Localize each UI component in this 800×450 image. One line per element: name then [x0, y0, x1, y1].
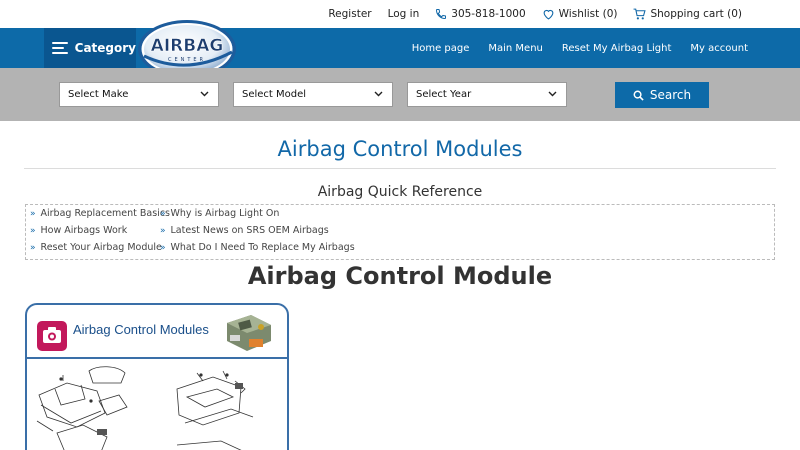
- top-links: Register Log in 305-818-1000 Wishlist (0…: [328, 0, 742, 28]
- select-make-label: Select Make: [68, 89, 129, 100]
- double-chevron-icon: »: [160, 242, 166, 253]
- chevron-down-icon: [374, 91, 383, 97]
- section-heading: Airbag Control Module: [247, 262, 553, 290]
- wishlist-link[interactable]: Wishlist (0): [542, 8, 618, 20]
- phone-icon: [436, 9, 447, 20]
- phone-number: 305-818-1000: [451, 8, 526, 20]
- quick-ref-link[interactable]: » Airbag Replacement Basics: [30, 208, 170, 219]
- quick-ref-label: Why is Airbag Light On: [170, 208, 280, 219]
- page-title: Airbag Control Modules: [277, 137, 523, 161]
- select-year[interactable]: Select Year: [407, 82, 567, 107]
- diagram-header: Airbag Control Modules: [27, 305, 287, 359]
- quick-ref-link[interactable]: » Why is Airbag Light On: [160, 208, 279, 219]
- category-button[interactable]: Category: [44, 28, 136, 68]
- module-photo: [227, 315, 271, 351]
- nav-home[interactable]: Home page: [412, 43, 470, 54]
- search-button[interactable]: Search: [615, 82, 709, 108]
- quick-ref-link[interactable]: » Reset Your Airbag Module: [30, 242, 162, 253]
- phone-link[interactable]: 305-818-1000: [435, 8, 526, 20]
- search-button-label: Search: [649, 88, 692, 102]
- nav-main-menu[interactable]: Main Menu: [488, 43, 543, 54]
- chevron-down-icon: [548, 91, 557, 97]
- quick-ref-label: Reset Your Airbag Module: [40, 242, 162, 253]
- quick-reference-box: » Airbag Replacement Basics » Why is Airba…: [25, 204, 775, 260]
- quick-ref-link[interactable]: » Latest News on SRS OEM Airbags: [160, 225, 329, 236]
- wishlist-label: Wishlist (0): [558, 8, 618, 20]
- select-year-label: Select Year: [416, 89, 472, 100]
- search-icon: [633, 90, 644, 101]
- register-link[interactable]: Register: [328, 8, 371, 20]
- quick-ref-link[interactable]: » How Airbags Work: [30, 225, 127, 236]
- nav-my-account[interactable]: My account: [690, 43, 748, 54]
- top-bar: Register Log in 305-818-1000 Wishlist (0…: [0, 0, 800, 28]
- divider: [24, 168, 776, 169]
- double-chevron-icon: »: [30, 242, 36, 253]
- nav-links: Home page Main Menu Reset My Airbag Ligh…: [393, 28, 748, 68]
- chevron-down-icon: [200, 91, 209, 97]
- quick-ref-label: Latest News on SRS OEM Airbags: [170, 225, 329, 236]
- vehicle-search-bar: Select Make Select Model Select Year Sea…: [0, 68, 800, 121]
- diagram-title: Airbag Control Modules: [73, 322, 209, 337]
- cart-link[interactable]: Shopping cart (0): [633, 8, 742, 20]
- logo-subtext: CENTER: [168, 57, 206, 63]
- quick-reference-title: Airbag Quick Reference: [317, 184, 483, 200]
- cart-label: Shopping cart (0): [650, 8, 742, 20]
- cart-icon: [634, 8, 647, 20]
- double-chevron-icon: »: [30, 225, 36, 236]
- nav-reset-airbag-light[interactable]: Reset My Airbag Light: [562, 43, 672, 54]
- line-drawing-diagram: [36, 366, 254, 450]
- quick-ref-label: How Airbags Work: [40, 225, 128, 236]
- login-link[interactable]: Log in: [388, 8, 420, 20]
- quick-ref-label: Airbag Replacement Basics: [40, 208, 171, 219]
- hamburger-icon: [52, 42, 68, 54]
- logo-text: AIRBAG: [151, 36, 224, 56]
- airbag-module-diagram[interactable]: Airbag Control Modules: [25, 303, 289, 450]
- category-label: Category: [74, 41, 136, 55]
- main-nav: Category Home page Main Menu Reset My Ai…: [0, 28, 800, 68]
- select-model[interactable]: Select Model: [233, 82, 393, 107]
- select-model-label: Select Model: [242, 89, 307, 100]
- select-make[interactable]: Select Make: [59, 82, 219, 107]
- double-chevron-icon: »: [30, 208, 36, 219]
- quick-ref-link[interactable]: » What Do I Need To Replace My Airbags: [160, 242, 355, 253]
- heart-icon: [543, 9, 554, 20]
- camera-icon: [37, 321, 67, 351]
- double-chevron-icon: »: [160, 208, 166, 219]
- double-chevron-icon: »: [160, 225, 166, 236]
- quick-ref-label: What Do I Need To Replace My Airbags: [170, 242, 355, 253]
